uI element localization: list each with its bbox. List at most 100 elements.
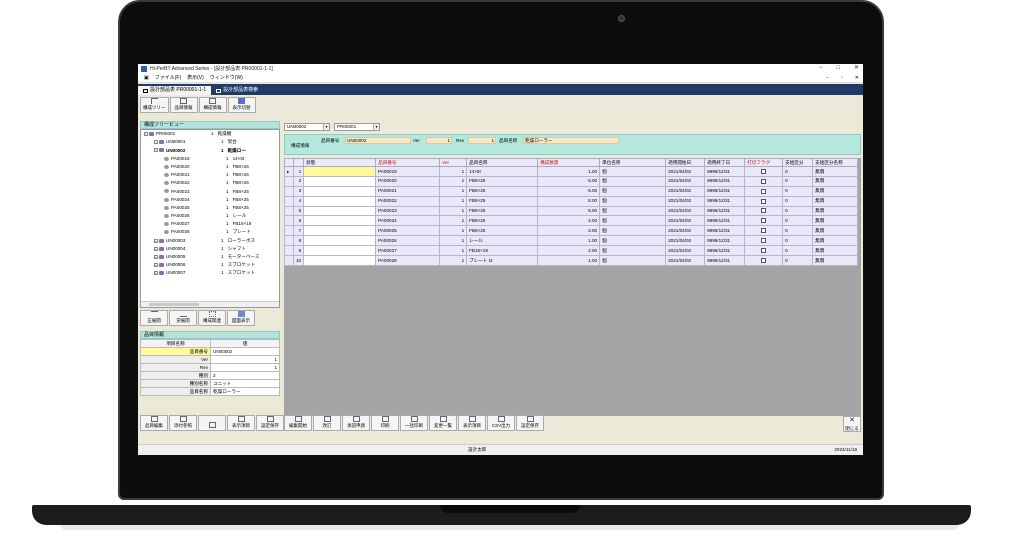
- tree-node[interactable]: PA00019 1 14×5t: [141, 155, 279, 163]
- tree-node[interactable]: − UN00002 1 乾燥ロー: [141, 146, 279, 154]
- expand-toggle-icon[interactable]: +: [154, 263, 158, 268]
- batch-print-button[interactable]: 一括印刷: [400, 415, 428, 431]
- change-list-button[interactable]: 変更一覧: [429, 415, 457, 431]
- table-row[interactable]: 5 PA00023 1 FB8×25 8.00 個 2021/04/02 9999/12/31…: [284, 205, 859, 217]
- tree-button[interactable]: 構成ツリー: [140, 97, 169, 113]
- column-header[interactable]: 適用終了日: [704, 158, 746, 167]
- edit-item-button[interactable]: 品目編集: [140, 415, 168, 431]
- tree-node[interactable]: PA00027 1 FB16×19: [141, 220, 279, 228]
- product-combo[interactable]: PR00001 ▾: [334, 123, 380, 131]
- csv-export-button[interactable]: CSV出力: [487, 415, 515, 431]
- table-row[interactable]: 4 PA00022 1 FB8×25 8.00 個 2021/04/02 9999/12/31…: [284, 195, 859, 207]
- column-header[interactable]: 状態: [303, 158, 377, 167]
- cutoff-checkbox[interactable]: [761, 238, 767, 244]
- related-button[interactable]: 構成関連: [198, 310, 226, 326]
- name-value[interactable]: 乾燥ローラー: [523, 137, 619, 144]
- cutoff-checkbox[interactable]: [761, 168, 767, 174]
- menu-view[interactable]: 表示(V): [187, 75, 204, 81]
- table-cell[interactable]: [303, 215, 377, 227]
- view-toggle-button[interactable]: 表示切替: [227, 97, 256, 113]
- cutoff-checkbox[interactable]: [761, 198, 767, 204]
- tree-node[interactable]: PA00020 1 FB8×25: [141, 163, 279, 171]
- tree-node[interactable]: + UN00003 1 ローラーボス: [141, 236, 279, 244]
- save-settings-button[interactable]: 設定保存: [256, 415, 284, 431]
- table-cell[interactable]: [303, 235, 377, 247]
- cutoff-checkbox[interactable]: [761, 208, 767, 214]
- structure-tree[interactable]: − PR00001 1 乾燥機 − UN00001 1 架台 − UN00002 1 乾燥ロー PA00…: [140, 129, 280, 308]
- ver-value[interactable]: 1: [426, 137, 452, 144]
- tree-node[interactable]: − PR00001 1 乾燥機: [141, 130, 279, 138]
- cutoff-checkbox[interactable]: [761, 247, 767, 253]
- table-cell[interactable]: [303, 175, 377, 187]
- table-row[interactable]: 6 PA00024 1 FB8×25 4.00 個 2021/04/02 9999/12/31…: [284, 215, 859, 227]
- cutoff-checkbox[interactable]: [761, 188, 767, 194]
- tree-node[interactable]: PA00021 1 FB8×25: [141, 171, 279, 179]
- expand-toggle-icon[interactable]: +: [154, 238, 158, 243]
- tree-node[interactable]: + UN00007 1 スプロケット: [141, 269, 279, 277]
- cutoff-checkbox[interactable]: [761, 178, 767, 184]
- structure-info-button[interactable]: 構成情報: [198, 97, 227, 113]
- tree-node[interactable]: + UN00004 1 シャフト: [141, 245, 279, 253]
- column-header[interactable]: [292, 158, 305, 167]
- table-row[interactable]: 3 PA00021 1 FB8×25 8.00 個 2021/04/02 9999/12/31…: [284, 185, 859, 197]
- mdi-close-icon[interactable]: ✕: [855, 75, 859, 81]
- maximize-icon[interactable]: □: [836, 65, 840, 73]
- cutoff-checkbox[interactable]: [761, 228, 767, 234]
- table-cell[interactable]: [303, 205, 377, 217]
- table-row[interactable]: 2 PA00020 1 FB8×25 8.00 個 2021/04/02 9999/12/31…: [284, 175, 859, 187]
- menu-file[interactable]: ファイル(F): [155, 75, 181, 81]
- table-row[interactable]: 8 PA00026 1 レール 1.00 個 2021/04/02 9999/12/31 0 無償: [284, 235, 859, 247]
- expand-toggle-icon[interactable]: −: [154, 148, 158, 153]
- table-row[interactable]: 9 PA00027 1 FB16×19 4.00 個 2021/04/02 9999/12/3…: [284, 245, 859, 257]
- mdi-restore-icon[interactable]: ▫: [841, 75, 843, 81]
- display-items-button[interactable]: 表示項目: [458, 415, 486, 431]
- minimize-icon[interactable]: −: [819, 65, 823, 73]
- tree-node[interactable]: PA00025 1 FB8×25: [141, 204, 279, 212]
- close-button[interactable]: ✕ 閉じる: [843, 416, 861, 432]
- tree-node[interactable]: PA00028 1 プレート: [141, 228, 279, 236]
- drawing-button[interactable]: 図面表示: [227, 310, 255, 326]
- tree-node[interactable]: + UN00005 1 モーターベース: [141, 253, 279, 261]
- rev-value[interactable]: 1: [468, 137, 496, 144]
- blank-button[interactable]: [198, 415, 226, 431]
- column-header[interactable]: 支給区分名称: [812, 158, 859, 167]
- column-header[interactable]: 打切フラグ: [744, 158, 784, 167]
- menu-app-icon[interactable]: ▣: [144, 75, 149, 81]
- cutoff-checkbox[interactable]: [761, 218, 767, 224]
- start-edit-button[interactable]: 編集開始: [284, 415, 312, 431]
- print-button[interactable]: 印刷: [371, 415, 399, 431]
- tree-node[interactable]: PA00022 1 FB8×25: [141, 179, 279, 187]
- table-row[interactable]: ▸ 1 PA00019 1 14×5t 1.00 個 2021/04/02 9999/12/31…: [284, 166, 859, 177]
- display-items-button[interactable]: 表示項目: [227, 415, 255, 431]
- mdi-minimize-icon[interactable]: −: [826, 75, 829, 81]
- tree-node[interactable]: − UN00001 1 架台: [141, 138, 279, 146]
- table-cell[interactable]: [303, 185, 377, 197]
- expand-toggle-icon[interactable]: −: [154, 140, 158, 145]
- column-header[interactable]: 単位名称: [599, 158, 667, 167]
- column-header[interactable]: 構成数量: [537, 158, 601, 167]
- table-cell[interactable]: [303, 245, 377, 257]
- table-row[interactable]: 7 PA00025 1 FB8×25 3.00 個 2021/04/02 9999/12/31…: [284, 225, 859, 237]
- table-cell[interactable]: [303, 166, 377, 177]
- approval-request-button[interactable]: 承認申請: [342, 415, 370, 431]
- tree-node[interactable]: + UN00006 1 スプロケット: [141, 261, 279, 269]
- table-cell[interactable]: [303, 255, 377, 266]
- column-header[interactable]: 品目番号: [375, 158, 441, 167]
- part-value[interactable]: UN00002: [345, 137, 411, 144]
- forward-expand-button[interactable]: 正展開: [140, 310, 168, 326]
- tree-node[interactable]: PA00024 1 FB8×25: [141, 196, 279, 204]
- column-header[interactable]: Ver: [439, 158, 468, 167]
- tab-bom[interactable]: 設計部品表 PR00001-1-1: [138, 86, 212, 95]
- expand-toggle-icon[interactable]: −: [144, 132, 148, 137]
- menu-window[interactable]: ウィンドウ(W): [210, 75, 243, 81]
- close-icon[interactable]: ✕: [854, 65, 859, 73]
- horizontal-scrollbar[interactable]: [141, 301, 279, 307]
- table-cell[interactable]: [303, 225, 377, 237]
- expand-toggle-icon[interactable]: +: [154, 246, 158, 251]
- table-row[interactable]: 10 PA00028 1 プレート t2 1.00 個 2021/04/02 9999/12/…: [284, 255, 859, 266]
- unit-combo[interactable]: UN00002 ▾: [284, 123, 330, 131]
- revise-button[interactable]: 改訂: [313, 415, 341, 431]
- expand-toggle-icon[interactable]: +: [154, 271, 158, 276]
- reverse-expand-button[interactable]: 逆展開: [169, 310, 197, 326]
- table-cell[interactable]: [303, 195, 377, 207]
